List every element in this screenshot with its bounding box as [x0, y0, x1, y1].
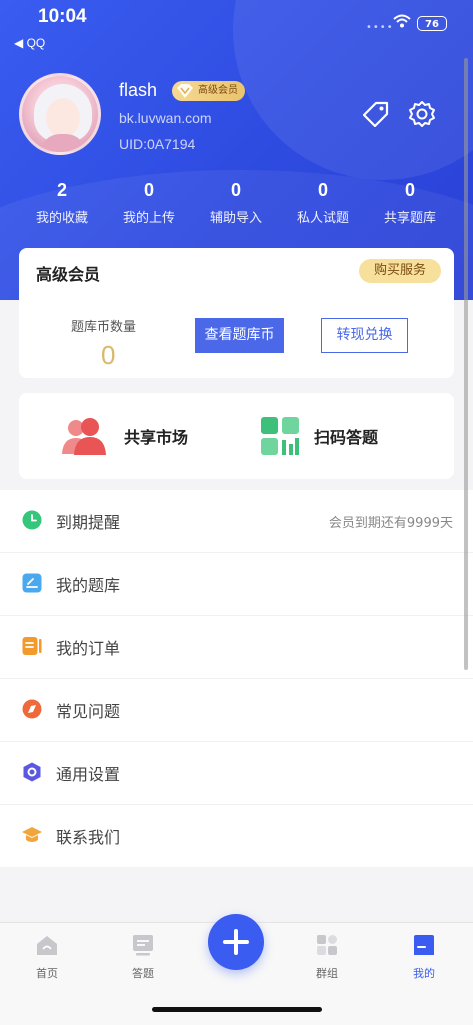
quick-actions-card: 共享市场 扫码答题 [19, 393, 454, 479]
stat-shared-library[interactable]: 0 共享题库 [370, 180, 450, 226]
menu-item-my-orders[interactable]: 我的订单 [0, 616, 473, 679]
home-indicator [152, 1007, 322, 1012]
vip-card: 高级会员 购买服务 题库币数量 0 查看题库币 转现兑换 [19, 248, 454, 378]
stat-private-questions[interactable]: 0 私人试题 [283, 180, 363, 226]
question-icon [22, 699, 42, 719]
stat-value: 0 [230, 180, 241, 200]
vip-badge-label: 高级会员 [198, 85, 238, 96]
add-button[interactable] [208, 914, 264, 970]
tab-mine[interactable]: 我的 [394, 933, 454, 981]
status-bar: 10:04 ◀ QQ •••• 76 [0, 0, 473, 50]
stat-label: 我的上传 [122, 211, 175, 226]
coin-count-value: 0 [101, 340, 116, 370]
stat-value: 0 [143, 180, 154, 200]
signal-icon: •••• [366, 22, 394, 33]
cash-exchange-button[interactable]: 转现兑换 [321, 318, 408, 353]
username: flash [119, 80, 158, 100]
plus-icon [223, 929, 249, 955]
vip-badge: 高级会员 [172, 81, 245, 101]
scrollbar[interactable] [464, 58, 468, 670]
back-to-app-link[interactable]: ◀ QQ [14, 36, 45, 50]
wifi-icon [393, 14, 411, 28]
home-icon [37, 936, 57, 955]
shared-market-label: 共享市场 [124, 428, 189, 447]
menu-item-contact-us[interactable]: 联系我们 [0, 805, 473, 867]
answer-icon [133, 935, 153, 956]
menu-item-label: 联系我们 [56, 828, 121, 847]
menu-item-my-library[interactable]: 我的题库 [0, 553, 473, 616]
stat-value: 2 [56, 180, 67, 200]
tab-label: 首页 [36, 967, 58, 980]
menu-item-label: 我的题库 [56, 576, 121, 595]
tab-label: 群组 [316, 967, 338, 980]
buy-service-button[interactable]: 购买服务 [359, 259, 441, 283]
coin-count-label: 题库币数量 [71, 320, 137, 335]
tab-group[interactable]: 群组 [297, 933, 357, 981]
stat-favorites[interactable]: 2 我的收藏 [22, 180, 102, 226]
menu-item-label: 我的订单 [56, 639, 121, 658]
site-domain: bk.luvwan.com [119, 110, 212, 126]
scan-icon [261, 417, 299, 455]
graduation-icon [22, 827, 42, 842]
avatar-face [46, 98, 80, 138]
menu-item-label: 通用设置 [56, 765, 121, 784]
menu-item-general-settings[interactable]: 通用设置 [0, 742, 473, 805]
vip-card-title: 高级会员 [36, 265, 101, 284]
tab-home[interactable]: 首页 [17, 933, 77, 981]
diamond-icon [177, 84, 193, 98]
stat-imports[interactable]: 0 辅助导入 [196, 180, 276, 226]
avatar[interactable] [19, 73, 101, 155]
scan-answer-button[interactable]: 扫码答题 [260, 393, 378, 479]
tab-answer[interactable]: 答题 [113, 933, 173, 981]
membership-expiry-text: 会员到期还有9999天 [328, 516, 453, 531]
menu-item-label: 到期提醒 [56, 513, 121, 532]
status-time: 10:04 [38, 6, 87, 27]
clock-icon [22, 510, 42, 530]
user-id: UID:0A7194 [119, 136, 196, 152]
settings-menu: 到期提醒 会员到期还有9999天 我的题库 我的订单 常见问题 通用设置 联系我… [0, 490, 473, 867]
tab-label: 答题 [132, 967, 154, 980]
stat-label: 辅助导入 [209, 211, 262, 226]
gear-icon[interactable] [408, 100, 436, 128]
order-icon [22, 637, 42, 655]
tag-icon[interactable] [363, 101, 389, 127]
stat-uploads[interactable]: 0 我的上传 [109, 180, 189, 226]
shared-market-button[interactable]: 共享市场 [60, 393, 188, 479]
people-icon [62, 418, 106, 455]
scan-answer-label: 扫码答题 [314, 428, 379, 447]
stat-label: 我的收藏 [35, 211, 88, 226]
menu-item-faq[interactable]: 常见问题 [0, 679, 473, 742]
menu-item-label: 常见问题 [56, 702, 121, 721]
settings-icon [23, 762, 41, 782]
library-icon [22, 573, 42, 593]
tab-label: 我的 [413, 967, 435, 980]
group-icon [317, 935, 337, 955]
menu-item-expiry-reminder[interactable]: 到期提醒 会员到期还有9999天 [0, 490, 473, 553]
stat-label: 共享题库 [383, 211, 436, 226]
stat-value: 0 [317, 180, 328, 200]
stat-label: 私人试题 [296, 211, 349, 226]
view-coins-button[interactable]: 查看题库币 [195, 318, 284, 353]
profile-icon [414, 935, 434, 955]
stat-value: 0 [404, 180, 415, 200]
battery-icon: 76 [417, 16, 447, 31]
stats-row: 2 我的收藏 0 我的上传 0 辅助导入 0 私人试题 0 共享题库 [0, 180, 473, 230]
